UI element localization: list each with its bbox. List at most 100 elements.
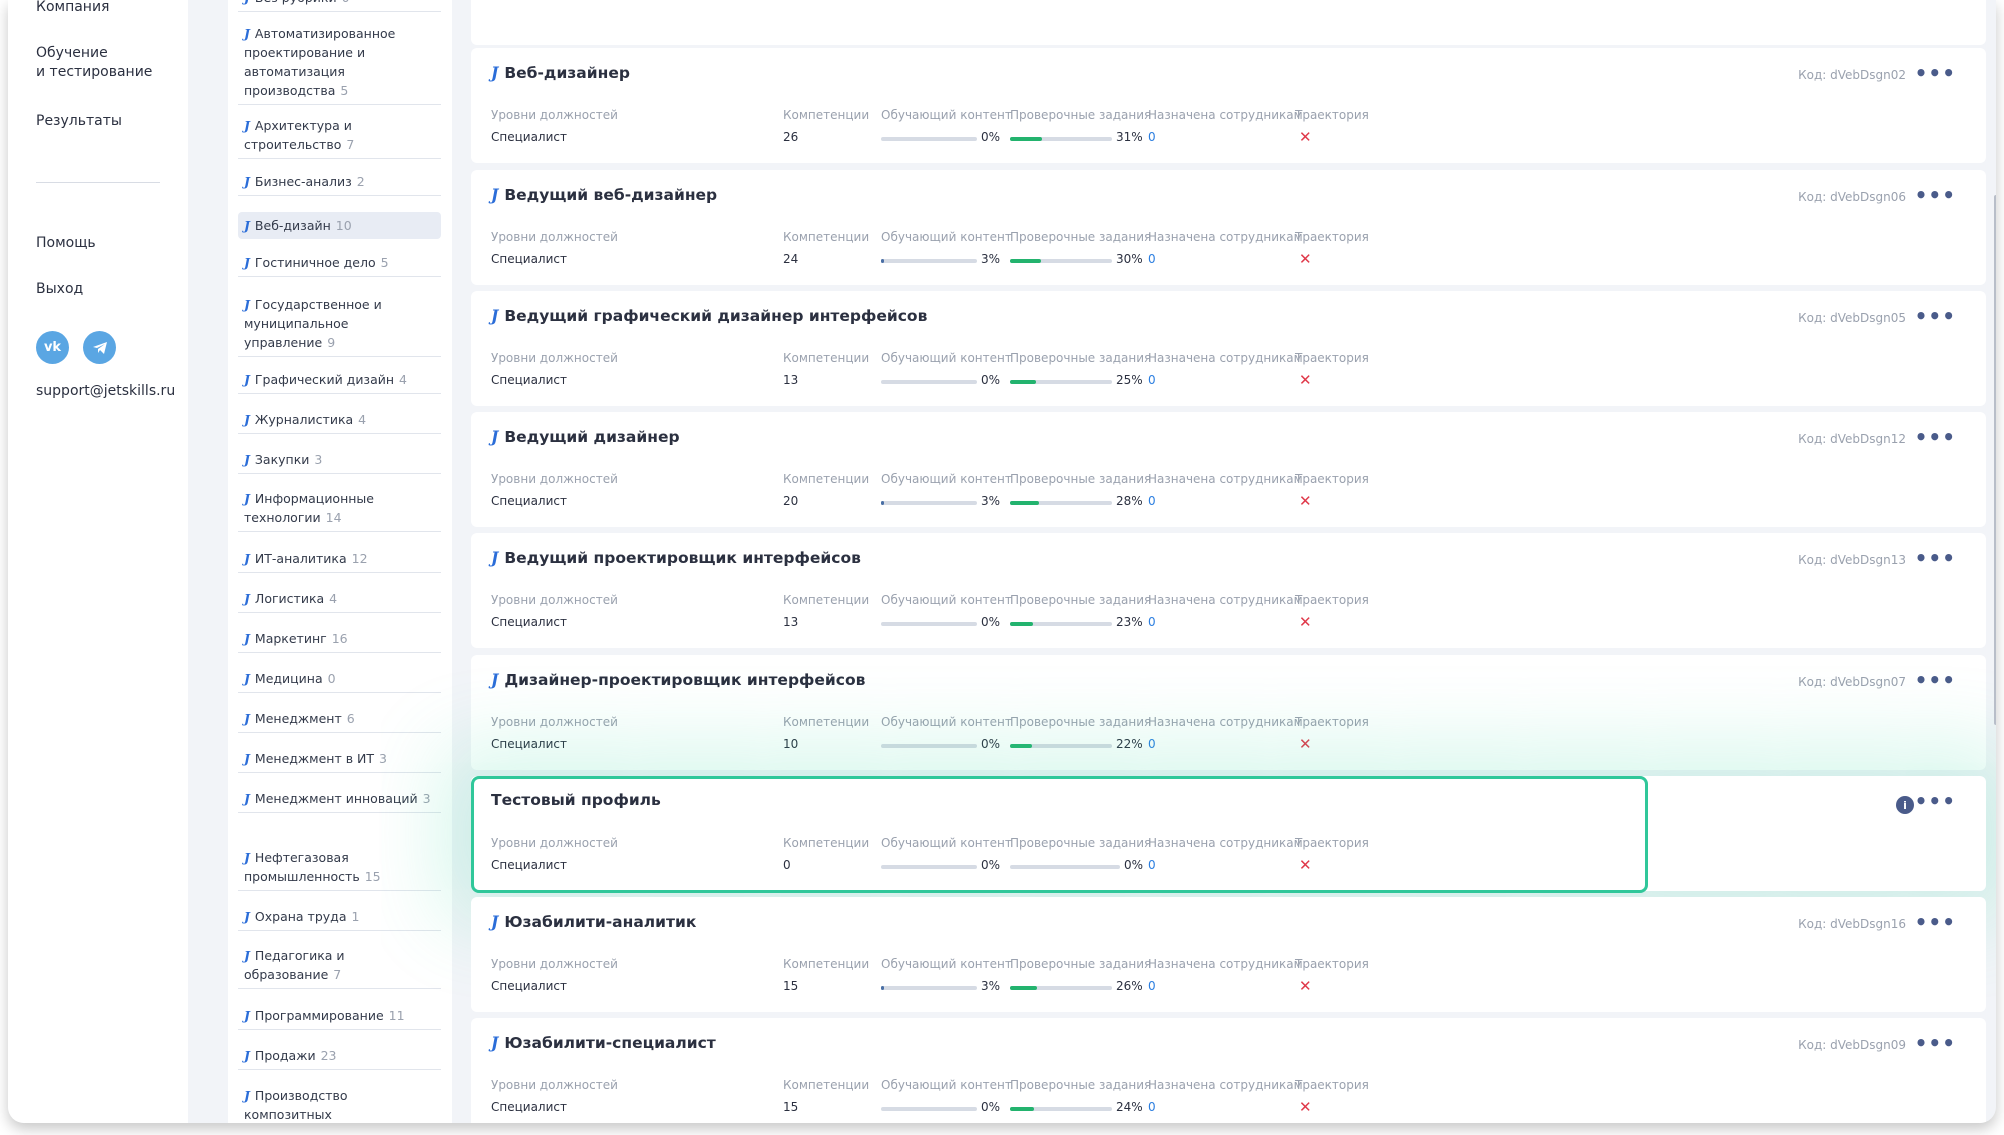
nav-item-logout[interactable]: Выход (36, 280, 83, 299)
profile-card[interactable]: J Ведущий графический дизайнер интерфейсо… (471, 291, 1986, 406)
assigned-value[interactable]: 0 (1148, 373, 1156, 387)
category-item[interactable]: J Производство композитных (238, 1086, 441, 1123)
content-label: Обучающий контент (881, 230, 1012, 244)
category-item[interactable]: J Государственное и муниципальное управле… (238, 295, 441, 357)
nav-item-results[interactable]: Результаты (36, 112, 122, 131)
assigned-value[interactable]: 0 (1148, 615, 1156, 629)
profile-title[interactable]: J Дизайнер-проектировщик интерфейсов (491, 670, 865, 689)
profile-title[interactable]: J Ведущий графический дизайнер интерфейсо… (491, 306, 927, 325)
more-options-icon[interactable]: ••• (1915, 183, 1956, 207)
category-item[interactable]: J Менеджмент в ИТ 3 (238, 749, 441, 773)
category-item[interactable]: J Нефтегазовая промышленность 15 (238, 848, 441, 891)
category-item[interactable]: J Автоматизированное проектирование и авт… (238, 24, 441, 105)
trajectory-label: Траектория (1295, 351, 1369, 365)
tasks-percent: 22% (1116, 737, 1143, 751)
more-options-icon[interactable]: ••• (1915, 668, 1956, 692)
profile-title[interactable]: J Юзабилити-специалист (491, 1033, 716, 1052)
category-label: Продажи (254, 1048, 316, 1063)
profile-card[interactable]: J Ведущий проектировщик интерфейсов Код: d… (471, 533, 1986, 648)
profile-title[interactable]: J Веб-дизайнер (491, 63, 630, 82)
more-options-icon[interactable]: ••• (1915, 1031, 1956, 1055)
tasks-progress-bar (1010, 259, 1112, 263)
j-logo-icon: J (244, 1008, 250, 1023)
j-logo-icon: J (244, 26, 250, 41)
assigned-value[interactable]: 0 (1148, 979, 1156, 993)
assigned-value[interactable]: 0 (1148, 737, 1156, 751)
profile-card[interactable]: J Веб-дизайнер Код: dVebDsgn02 ••• Уровни до… (471, 48, 1986, 163)
profile-code: Код: dVebDsgn12 (1798, 432, 1906, 446)
content-label: Обучающий контент (881, 472, 1012, 486)
more-options-icon[interactable]: ••• (1915, 425, 1956, 449)
category-item[interactable]: J Педагогика и образование 7 (238, 946, 441, 989)
level-value: Специалист (491, 252, 567, 266)
support-email-link[interactable]: support@jetskills.ru (36, 383, 175, 399)
category-item[interactable]: J ИТ-аналитика 12 (238, 549, 441, 573)
category-label: Графический дизайн (254, 372, 395, 387)
tasks-progress-bar (1010, 622, 1112, 626)
profile-code: Код: dVebDsgn05 (1798, 311, 1906, 325)
info-icon[interactable]: i (1896, 796, 1914, 814)
profile-title[interactable]: J Ведущий веб-дизайнер (491, 185, 717, 204)
profile-card[interactable]: J Дизайнер-проектировщик интерфейсов Код: … (471, 655, 1986, 770)
profile-card[interactable]: J Ведущий веб-дизайнер Код: dVebDsgn06 ••• У… (471, 170, 1986, 285)
profile-title[interactable]: J Ведущий дизайнер (491, 427, 680, 446)
assigned-value[interactable]: 0 (1148, 252, 1156, 266)
vk-icon[interactable]: vk (36, 331, 69, 364)
category-item[interactable]: J Логистика 4 (238, 589, 441, 613)
category-label: Менеджмент в ИТ (254, 751, 375, 766)
telegram-icon[interactable] (83, 331, 116, 364)
category-item[interactable]: J Медицина 0 (238, 669, 441, 693)
tasks-label: Проверочные задания (1010, 351, 1152, 365)
tasks-percent: 23% (1116, 615, 1143, 629)
category-item[interactable]: J Веб-дизайн 10 (238, 212, 441, 239)
content-percent: 0% (981, 615, 1001, 629)
profile-card[interactable]: Уровни должностейКомпетенцииОбучающий ко… (471, 0, 1986, 45)
more-options-icon[interactable]: ••• (1915, 546, 1956, 570)
category-item[interactable]: J Маркетинг 16 (238, 629, 441, 653)
assigned-value[interactable]: 0 (1148, 494, 1156, 508)
category-item[interactable]: J Бизнес-анализ 2 (238, 172, 441, 196)
category-item[interactable]: J Менеджмент инноваций 3 (238, 789, 441, 813)
category-item[interactable]: J Охрана труда 1 (238, 907, 441, 931)
j-logo-icon: J (491, 670, 499, 689)
category-item[interactable]: J Гостиничное дело 5 (238, 253, 441, 277)
category-label: Производство композитных (244, 1088, 348, 1122)
category-item[interactable]: J Продажи 23 (238, 1046, 441, 1070)
nav-item-company[interactable]: Компания (36, 0, 109, 17)
category-count: 10 (335, 218, 352, 233)
cross-icon: ✕ (1299, 492, 1312, 510)
category-item[interactable]: J Информационные технологии 14 (238, 489, 441, 532)
more-options-icon[interactable]: ••• (1915, 789, 1956, 813)
more-options-icon[interactable]: ••• (1915, 304, 1956, 328)
assigned-label: Назначена сотрудникам (1148, 230, 1303, 244)
assigned-value[interactable]: 0 (1148, 130, 1156, 144)
category-count: 2 (356, 174, 365, 189)
category-item[interactable]: J Закупки 3 (238, 450, 441, 474)
category-item[interactable]: J Графический дизайн 4 (238, 370, 441, 394)
content-label: Обучающий контент (881, 1078, 1012, 1092)
category-item[interactable]: J Программирование 11 (238, 1006, 441, 1030)
profile-title[interactable]: J Юзабилити-аналитик (491, 912, 696, 931)
profile-title[interactable]: J Ведущий проектировщик интерфейсов (491, 548, 861, 567)
category-item[interactable]: J Архитектура и строительство 7 (238, 116, 441, 159)
profile-code: Код: dVebDsgn09 (1798, 1038, 1906, 1052)
category-count: 12 (351, 551, 368, 566)
assigned-value[interactable]: 0 (1148, 1100, 1156, 1114)
more-options-icon[interactable]: ••• (1915, 61, 1956, 85)
category-item[interactable]: J Журналистика 4 (238, 410, 441, 434)
category-item[interactable]: J Менеджмент 6 (238, 709, 441, 733)
content-progress-bar (881, 380, 977, 384)
more-options-icon[interactable]: ••• (1915, 910, 1956, 934)
profile-title-text: Ведущий дизайнер (504, 428, 680, 446)
profile-card[interactable]: J Юзабилити-аналитик Код: dVebDsgn16 ••• Уро… (471, 897, 1986, 1012)
scrollbar[interactable] (1994, 195, 1996, 725)
nav-item-help[interactable]: Помощь (36, 234, 96, 253)
nav-item-learning[interactable]: Обучение и тестирование (36, 44, 152, 82)
profile-card[interactable]: J Ведущий дизайнер Код: dVebDsgn12 ••• Уровн… (471, 412, 1986, 527)
j-logo-icon: J (244, 751, 250, 766)
competencies-label: Компетенции (783, 715, 870, 729)
competencies-label: Компетенции (783, 1078, 870, 1092)
profile-card[interactable]: J Юзабилити-специалист Код: dVebDsgn09 ••• У… (471, 1018, 1986, 1123)
j-logo-icon: J (491, 306, 499, 325)
category-item[interactable]: J Без рубрики 0 (238, 0, 441, 12)
